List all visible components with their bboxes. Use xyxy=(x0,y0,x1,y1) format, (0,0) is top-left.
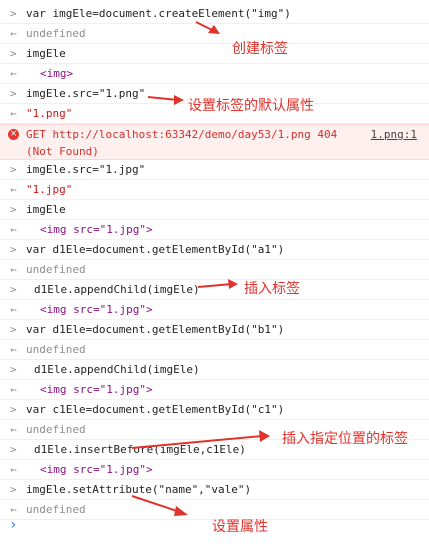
arrow-set-attr-head xyxy=(174,506,188,516)
devtools-console: > var imgEle=document.createElement("img… xyxy=(0,0,429,557)
arrow-insert-position xyxy=(131,435,263,449)
annotation-insert-tag: 插入标签 xyxy=(244,281,300,297)
arrow-insert-head xyxy=(228,279,238,289)
annotation-arrows xyxy=(131,21,270,516)
arrow-default-attr-head xyxy=(174,95,184,105)
annotation-set-default-attr: 设置标签的默认属性 xyxy=(188,98,314,114)
arrow-insert-position-head xyxy=(259,430,270,442)
arrow-default-attr xyxy=(147,96,179,101)
annotation-create-tag: 创建标签 xyxy=(232,41,288,57)
annotation-set-attr: 设置属性 xyxy=(212,519,268,535)
annotation-insert-at-position: 插入指定位置的标签 xyxy=(282,431,408,447)
arrow-insert xyxy=(197,283,233,288)
arrow-set-attr xyxy=(131,495,181,513)
